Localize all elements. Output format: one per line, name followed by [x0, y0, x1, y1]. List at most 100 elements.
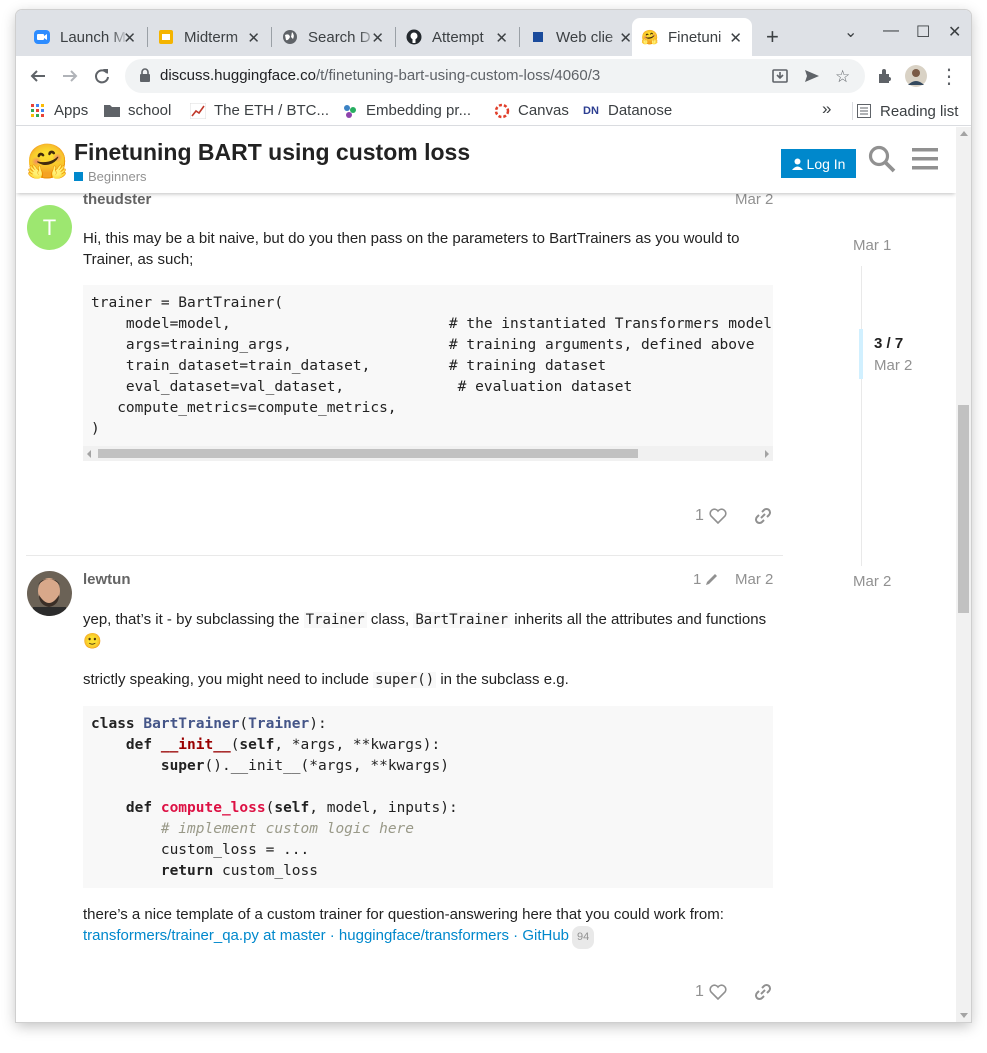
- user-icon: [791, 158, 803, 170]
- text-run: class,: [366, 611, 414, 628]
- bookmark-label: Apps: [54, 102, 89, 119]
- avatar-letter: T: [42, 214, 57, 240]
- bookmark-label: Reading list: [880, 102, 959, 120]
- minimize-icon[interactable]: —: [883, 22, 899, 40]
- bookmark-school[interactable]: school: [104, 102, 171, 119]
- window-close-icon[interactable]: ✕: [948, 22, 961, 42]
- apps-grid-icon: [30, 103, 46, 119]
- share-link-button[interactable]: [754, 983, 772, 1001]
- category-badge[interactable]: Beginners: [74, 169, 147, 184]
- lock-icon[interactable]: [139, 68, 151, 88]
- timeline-end-date[interactable]: Mar 2: [853, 573, 891, 590]
- bookmarks-overflow-icon[interactable]: »: [822, 99, 831, 119]
- reading-list[interactable]: Reading list: [852, 102, 958, 120]
- bookmark-apps[interactable]: Apps: [30, 102, 88, 119]
- github-link[interactable]: transformers/trainer_qa.py at master · h…: [83, 927, 569, 944]
- post-text: Hi, this may be a bit naive, but do you …: [83, 230, 740, 268]
- embedding-icon: [342, 103, 358, 119]
- site-header: 🤗 Finetuning BART using custom loss Begi…: [16, 127, 956, 193]
- bookmark-datanose[interactable]: DN Datanose: [582, 102, 672, 119]
- tab-finetuning[interactable]: 🤗 Finetuni ✕: [632, 18, 752, 56]
- tab-search-chevron-icon[interactable]: ⌄: [844, 22, 857, 42]
- post-date[interactable]: Mar 2: [735, 191, 773, 208]
- tab-search[interactable]: Search D ✕: [272, 18, 394, 56]
- close-icon[interactable]: ✕: [619, 29, 632, 47]
- edit-history[interactable]: 1: [693, 571, 719, 588]
- code-line: ): [91, 421, 100, 437]
- link-icon: [754, 507, 772, 525]
- topic-timeline[interactable]: Mar 1 3 / 7 Mar 2 Mar 2: [853, 237, 953, 697]
- code-line: class BartTrainer(Trainer):: [91, 716, 327, 732]
- like-button[interactable]: 1: [695, 983, 727, 1001]
- post-username[interactable]: theudster: [83, 191, 151, 208]
- like-button[interactable]: 1: [695, 507, 727, 525]
- text-run: yep, that’s it - by subclassing the: [83, 611, 304, 628]
- chart-icon: [190, 102, 206, 119]
- pencil-icon: [706, 574, 718, 585]
- maximize-icon[interactable]: ☐: [916, 22, 930, 42]
- timeline-track[interactable]: [861, 266, 862, 566]
- tab-launch-meeting[interactable]: Launch M ✕: [24, 18, 146, 56]
- bookmark-embedding[interactable]: Embedding pr...: [342, 102, 471, 119]
- avatar[interactable]: [27, 571, 72, 616]
- scrollbar-thumb[interactable]: [98, 449, 638, 458]
- folder-icon: [104, 103, 120, 119]
- close-icon[interactable]: ✕: [371, 29, 384, 47]
- bookmark-label: school: [128, 102, 172, 119]
- scroll-right-icon[interactable]: [765, 450, 769, 458]
- bookmarks-bar: Apps school The ETH / BTC... Embedding p…: [16, 96, 971, 126]
- back-icon[interactable]: [26, 64, 50, 88]
- close-icon[interactable]: ✕: [123, 29, 136, 47]
- timeline-start-date[interactable]: Mar 1: [853, 237, 891, 254]
- tab-web-client[interactable]: Web clie ✕: [520, 18, 642, 56]
- code-horizontal-scrollbar[interactable]: [83, 446, 773, 461]
- share-link-button[interactable]: [754, 507, 772, 525]
- close-icon[interactable]: ✕: [247, 29, 260, 47]
- send-icon[interactable]: [803, 67, 821, 90]
- post-theudster: T theudster Mar 2 Hi, this may be a bit …: [16, 191, 786, 553]
- bookmark-star-icon[interactable]: ☆: [835, 67, 850, 87]
- code-block: trainer = BartTrainer( model=model, # th…: [83, 285, 773, 449]
- new-tab-icon[interactable]: +: [766, 24, 779, 50]
- profile-avatar[interactable]: [904, 64, 928, 88]
- avatar[interactable]: T: [27, 205, 72, 250]
- tab-attempt[interactable]: Attempt ✕: [396, 18, 518, 56]
- close-icon[interactable]: ✕: [729, 29, 742, 47]
- topic-title[interactable]: Finetuning BART using custom loss: [74, 139, 470, 166]
- tab-title: Attempt: [432, 28, 484, 46]
- onebox-link-line: transformers/trainer_qa.py at master · h…: [83, 925, 773, 949]
- bookmark-canvas[interactable]: Canvas: [494, 102, 569, 119]
- hamburger-menu-icon[interactable]: [912, 145, 938, 178]
- tab-title: Search D: [308, 28, 371, 46]
- post-text: there’s a nice template of a custom trai…: [83, 906, 724, 923]
- address-bar[interactable]: discuss.huggingface.co/t/finetuning-bart…: [125, 59, 865, 93]
- scroll-down-icon[interactable]: [960, 1013, 968, 1018]
- hugging-face-logo[interactable]: 🤗: [26, 144, 68, 180]
- menu-kebab-icon[interactable]: ⋮: [937, 64, 961, 88]
- scroll-up-icon[interactable]: [960, 131, 968, 136]
- search-icon[interactable]: [868, 145, 896, 178]
- bookmark-eth-btc[interactable]: The ETH / BTC...: [190, 102, 329, 119]
- extensions-icon[interactable]: [873, 64, 897, 88]
- reload-icon[interactable]: [90, 64, 114, 88]
- timeline-handle[interactable]: [859, 329, 863, 379]
- page-scrollbar[interactable]: [956, 127, 971, 1022]
- text-run: strictly speaking, you might need to inc…: [83, 671, 374, 688]
- forward-icon[interactable]: [58, 64, 82, 88]
- page-content: 🤗 Finetuning BART using custom loss Begi…: [16, 127, 956, 1022]
- like-count: 1: [695, 507, 704, 524]
- install-app-icon[interactable]: [771, 67, 789, 90]
- post-divider: [26, 555, 783, 556]
- post-date[interactable]: Mar 2: [735, 571, 773, 588]
- scroll-left-icon[interactable]: [87, 450, 91, 458]
- scrollbar-thumb[interactable]: [958, 405, 969, 613]
- post-username[interactable]: lewtun: [83, 571, 131, 588]
- close-icon[interactable]: ✕: [495, 29, 508, 47]
- like-count: 1: [695, 983, 704, 1000]
- text-run: inherits all the attributes and function…: [510, 611, 767, 628]
- tab-midterm[interactable]: Midterm ✕: [148, 18, 270, 56]
- github-icon: [406, 29, 422, 45]
- log-in-button[interactable]: Log In: [781, 149, 856, 178]
- url-path: /t/finetuning-bart-using-custom-loss/406…: [315, 67, 601, 84]
- code-line: super().__init__(*args, **kwargs): [160, 758, 449, 774]
